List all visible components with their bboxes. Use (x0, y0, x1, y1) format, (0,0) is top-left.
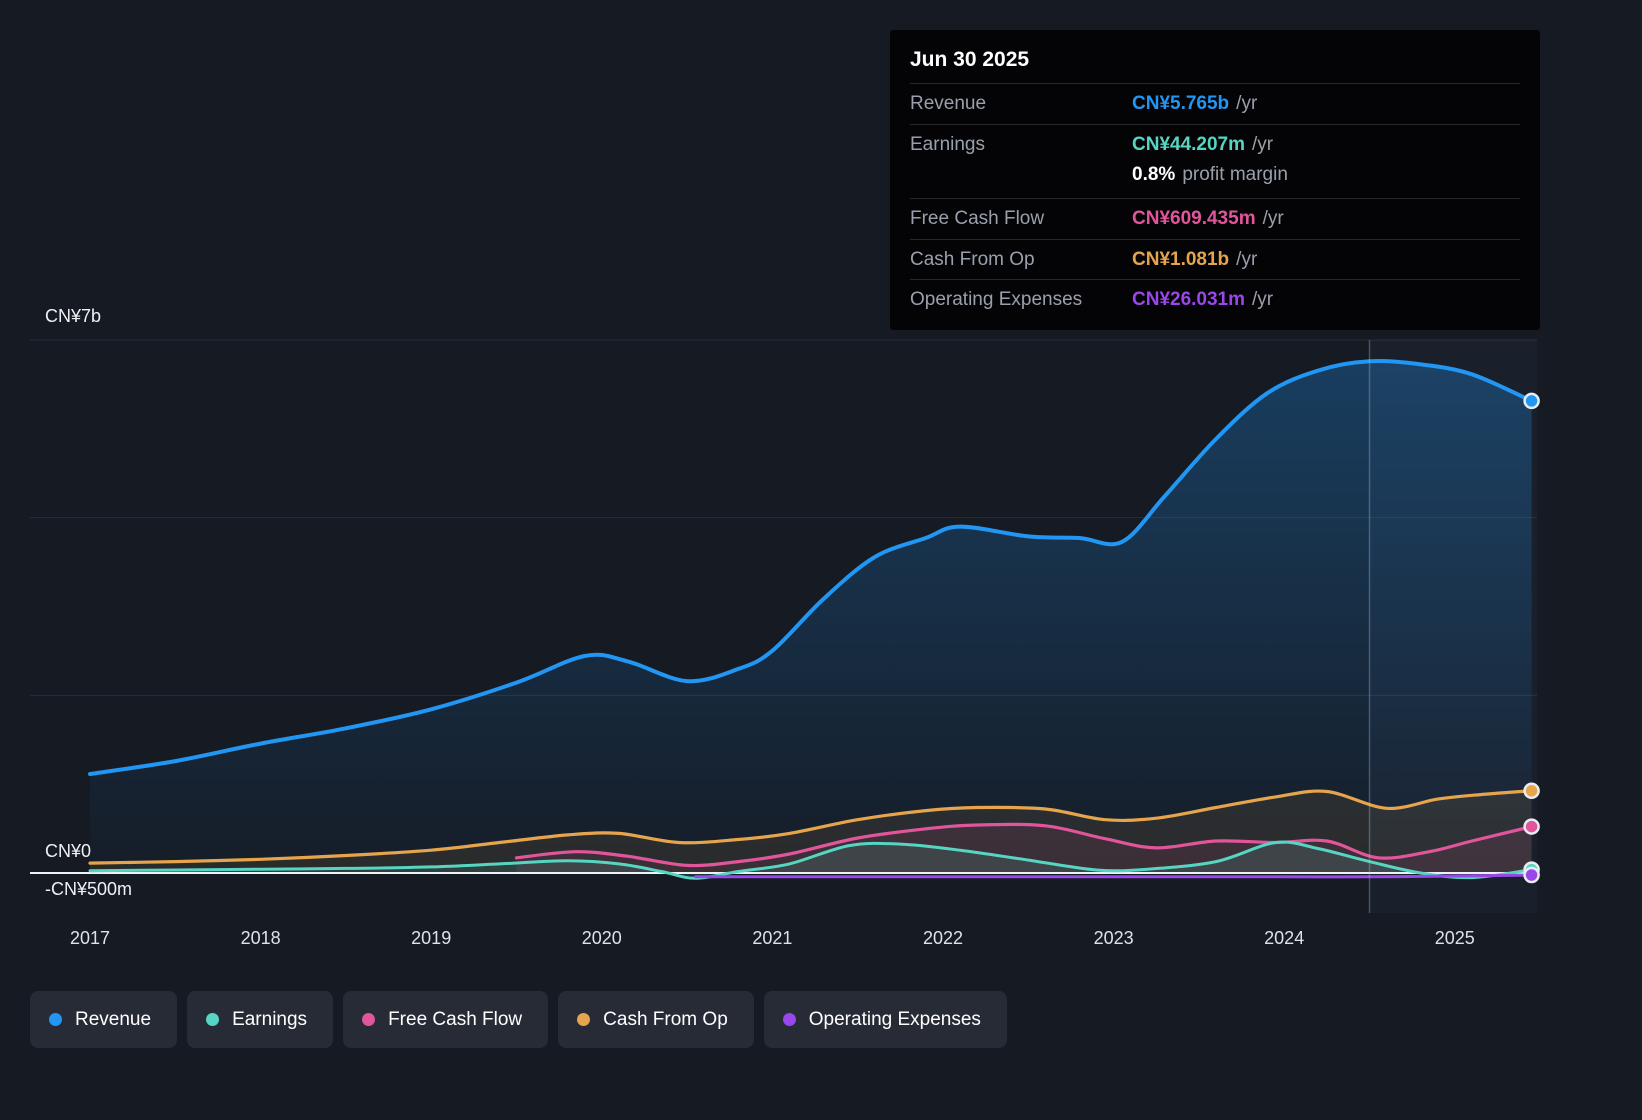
tooltip-row-cashop: Cash From Op CN¥1.081b/yr (910, 238, 1520, 280)
tooltip-row-suffix: /yr (1252, 289, 1274, 311)
tooltip-row-valwrap: CN¥26.031m/yr (1132, 287, 1520, 313)
legend-label: Revenue (75, 1008, 152, 1030)
legend-label: Free Cash Flow (388, 1008, 523, 1030)
profit-margin-value: 0.8% (1132, 164, 1176, 186)
tooltip-row-label: Cash From Op (910, 248, 1035, 270)
tooltip-row-value: CN¥609.435m (1132, 207, 1256, 229)
x-axis-label-2019: 2019 (411, 928, 452, 948)
legend: Revenue Earnings Free Cash Flow Cash Fro… (30, 991, 1007, 1048)
tooltip-row-valwrap: CN¥44.207m/yr 0.8% profit margin (1132, 132, 1520, 191)
x-axis-label-2024: 2024 (1264, 928, 1305, 948)
tooltip-row-earnings: Earnings CN¥44.207m/yr 0.8% profit margin (910, 123, 1520, 198)
legend-dot-icon (782, 1013, 796, 1026)
x-axis-label-2022: 2022 (922, 928, 964, 948)
x-axis-label-2017: 2017 (69, 928, 111, 948)
x-axis-label-2025: 2025 (1434, 928, 1475, 948)
tooltip-row-revenue: Revenue CN¥5.765b/yr (910, 83, 1520, 124)
tooltip-rows: Revenue CN¥5.765b/yr Earnings CN¥44.207m… (910, 83, 1520, 320)
opex-line (694, 873, 1534, 879)
legend-item-earnings[interactable]: Earnings (187, 991, 334, 1048)
legend-dot-icon (577, 1013, 591, 1026)
tooltip-row-label: Revenue (910, 93, 987, 114)
tooltip-row-valwrap: CN¥5.765b/yr (1132, 91, 1520, 117)
revenue-endpoint-dot (1523, 392, 1540, 410)
legend-dot-icon (362, 1013, 376, 1026)
opex-endpoint-dot (1523, 866, 1540, 884)
x-axis: 2017 2018 2019 2020 2021 2022 2023 2024 2025 (0, 928, 1642, 954)
tooltip-row-suffix: /yr (1236, 93, 1258, 114)
x-axis-label-2020: 2020 (581, 928, 622, 948)
legend-item-revenue[interactable]: Revenue (30, 991, 178, 1048)
tooltip-row-opex: Operating Expenses CN¥26.031m/yr (910, 279, 1520, 320)
legend-label: Earnings (232, 1008, 308, 1030)
tooltip-row-suffix: /yr (1236, 248, 1258, 270)
x-axis-label-2018: 2018 (240, 928, 281, 948)
tooltip-row-value: CN¥44.207m (1132, 133, 1246, 155)
tooltip-row-valwrap: CN¥609.435m/yr (1132, 206, 1520, 232)
tooltip-row-value: CN¥5.765b (1132, 93, 1230, 114)
tooltip-row-fcf: Free Cash Flow CN¥609.435m/yr (910, 197, 1520, 239)
tooltip-row-label: Earnings (910, 133, 985, 155)
fcf-endpoint-dot (1523, 818, 1540, 835)
legend-item-cashop[interactable]: Cash From Op (558, 991, 754, 1048)
y-axis-label-zero: CN¥0 (45, 841, 92, 861)
legend-label: Cash From Op (603, 1008, 728, 1030)
tooltip-row-suffix: /yr (1262, 207, 1284, 229)
chart-canvas[interactable] (0, 300, 1642, 940)
legend-label: Operating Expenses (808, 1008, 981, 1030)
tooltip-date: Jun 30 2025 (910, 48, 1030, 71)
legend-dot-icon (49, 1013, 62, 1026)
tooltip-row-label: Free Cash Flow (910, 207, 1045, 229)
y-axis-label-neg500m: -CN¥500m (45, 879, 133, 899)
x-axis-label-2023: 2023 (1093, 928, 1134, 948)
tooltip-row-label: Operating Expenses (910, 289, 1083, 311)
legend-item-opex[interactable]: Operating Expenses (763, 991, 1007, 1048)
y-axis-label-7b: CN¥7b (45, 306, 102, 326)
tooltip-row-valwrap: CN¥1.081b/yr (1132, 247, 1520, 273)
cashop-endpoint-dot (1523, 782, 1540, 800)
profit-margin-label: profit margin (1182, 164, 1288, 186)
tooltip-row-suffix: /yr (1252, 133, 1274, 155)
financials-chart-page: Jun 30 2025 Revenue CN¥5.765b/yr Earning… (0, 0, 1642, 1120)
legend-item-fcf[interactable]: Free Cash Flow (343, 991, 549, 1048)
profit-margin-row: 0.8% profit margin (1132, 162, 1520, 191)
legend-dot-icon (206, 1013, 220, 1026)
x-axis-label-2021: 2021 (752, 928, 793, 948)
chart-tooltip: Jun 30 2025 Revenue CN¥5.765b/yr Earning… (890, 30, 1540, 330)
tooltip-row-value: CN¥26.031m (1132, 289, 1246, 311)
tooltip-row-value: CN¥1.081b (1132, 248, 1230, 270)
